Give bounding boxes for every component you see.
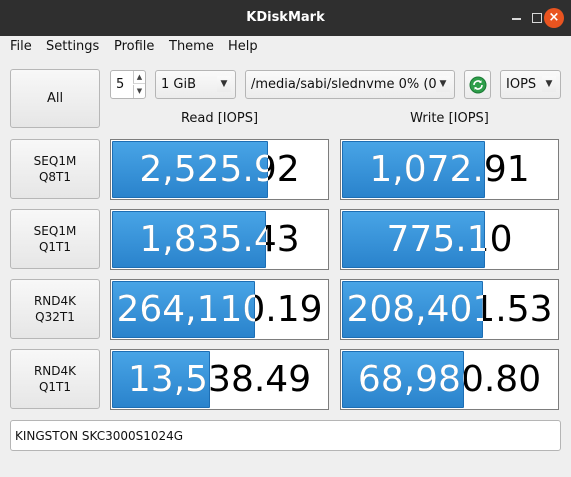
menu-theme[interactable]: Theme (169, 39, 214, 54)
write-value-inverse: 775.10 (386, 219, 485, 260)
menu-settings[interactable]: Settings (46, 39, 99, 54)
menu-help[interactable]: Help (228, 39, 258, 54)
close-icon: × (548, 10, 560, 25)
test-name: SEQ1M (33, 224, 77, 238)
read-value-overlay: 1,835.43 (112, 210, 266, 269)
write-value-inverse: 1,072.91 (369, 149, 485, 190)
loops-spinbox[interactable]: 5 ▲ ▼ (110, 70, 146, 99)
read-result: 264,110.19264,110.19 (110, 279, 329, 340)
menu-bar: File Settings Profile Theme Help (0, 36, 571, 59)
target-select[interactable]: /media/sabi/slednvme 0% (0 ▼ (245, 70, 455, 99)
refresh-icon (469, 76, 487, 94)
run-all-button[interactable]: All (10, 69, 100, 128)
close-button[interactable]: × (544, 8, 564, 28)
read-value-overlay: 2,525.92 (112, 140, 268, 199)
write-result: 775.10775.10 (340, 209, 559, 270)
size-select[interactable]: 1 GiB ▼ (155, 70, 236, 99)
test-params: Q1T1 (38, 380, 72, 394)
read-value-inverse: 13,538.49 (127, 359, 210, 400)
read-header: Read [IOPS] (180, 111, 259, 126)
write-value-inverse: 68,980.80 (357, 359, 464, 400)
test-button[interactable]: SEQ1M Q8T1 (10, 139, 100, 199)
write-value-inverse: 208,401.53 (346, 289, 483, 330)
test-button[interactable]: SEQ1M Q1T1 (10, 209, 100, 269)
test-name: SEQ1M (33, 154, 77, 168)
read-value-inverse: 2,525.92 (139, 149, 268, 190)
refresh-button[interactable] (464, 70, 491, 99)
read-result: 13,538.4913,538.49 (110, 349, 329, 410)
comment-field[interactable] (10, 420, 561, 451)
menu-profile[interactable]: Profile (114, 39, 154, 54)
chevron-down-icon: ▼ (217, 76, 231, 92)
window-title: KDiskMark (246, 10, 325, 25)
read-value-overlay: 264,110.19 (112, 280, 255, 339)
write-value-overlay: 208,401.53 (342, 280, 483, 339)
chevron-down-icon: ▼ (436, 76, 450, 92)
menu-file[interactable]: File (10, 39, 32, 54)
mode-value: IOPS (506, 77, 537, 92)
size-value: 1 GiB (161, 77, 197, 92)
test-params: Q32T1 (35, 310, 75, 324)
spin-down-icon[interactable]: ▼ (133, 85, 145, 98)
read-value-overlay: 13,538.49 (112, 350, 210, 409)
test-button[interactable]: RND4K Q32T1 (10, 279, 100, 339)
read-result: 1,835.431,835.43 (110, 209, 329, 270)
write-value-overlay: 68,980.80 (342, 350, 464, 409)
read-value-inverse: 1,835.43 (139, 219, 266, 260)
mode-select[interactable]: IOPS ▼ (500, 70, 561, 99)
test-params: Q8T1 (38, 170, 72, 184)
loops-value: 5 (116, 77, 125, 92)
read-result: 2,525.922,525.92 (110, 139, 329, 200)
title-bar: KDiskMark × (0, 0, 571, 36)
write-value-overlay: 1,072.91 (342, 140, 485, 199)
write-result: 208,401.53208,401.53 (340, 279, 559, 340)
read-value-inverse: 264,110.19 (116, 289, 255, 330)
write-result: 68,980.8068,980.80 (340, 349, 559, 410)
write-value-overlay: 775.10 (342, 210, 485, 269)
comment-input[interactable] (15, 426, 545, 445)
test-params: Q1T1 (38, 240, 72, 254)
test-name: RND4K (33, 294, 77, 308)
target-value: /media/sabi/slednvme 0% (0 (251, 77, 437, 92)
spin-up-icon[interactable]: ▲ (133, 71, 145, 84)
test-name: RND4K (33, 364, 77, 378)
write-result: 1,072.911,072.91 (340, 139, 559, 200)
write-header: Write [IOPS] (410, 111, 489, 126)
chevron-down-icon: ▼ (542, 76, 556, 92)
test-button[interactable]: RND4K Q1T1 (10, 349, 100, 409)
minimize-button[interactable] (508, 9, 526, 27)
